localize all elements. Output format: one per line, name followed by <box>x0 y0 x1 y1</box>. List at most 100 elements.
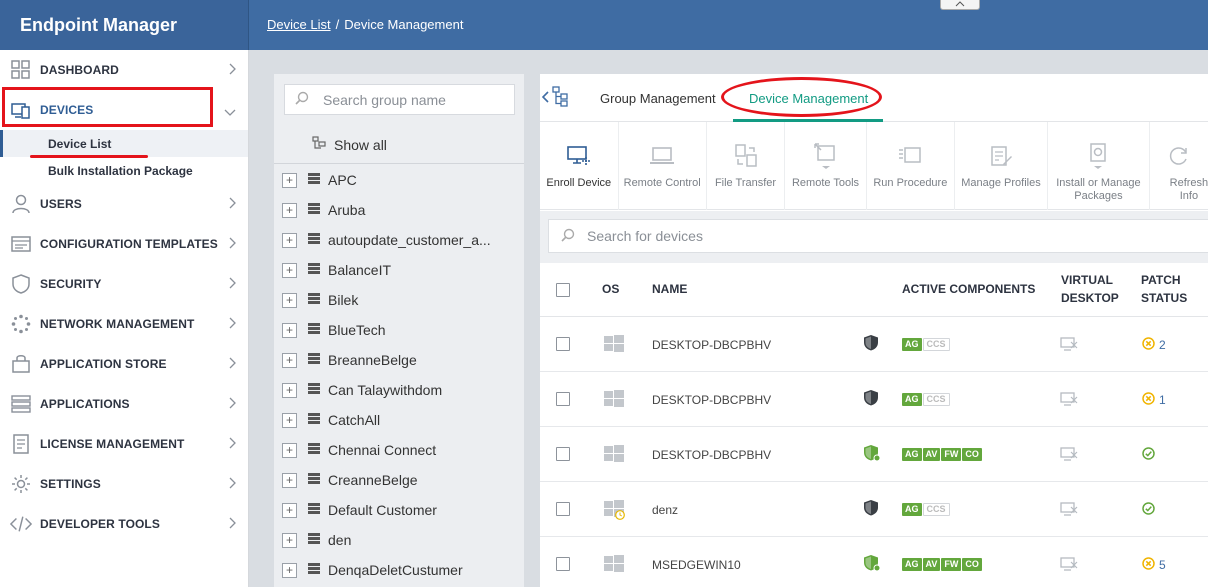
virtual-desktop-icon[interactable] <box>1060 557 1078 574</box>
sidebar-subitem-bulk-installation-package[interactable]: Bulk Installation Package <box>0 157 248 184</box>
virtual-desktop-icon[interactable] <box>1060 337 1078 354</box>
expand-icon[interactable]: + <box>282 172 297 188</box>
patch-status[interactable]: 2 <box>1142 337 1166 353</box>
expand-icon[interactable]: + <box>282 442 297 458</box>
chevron-down-icon <box>224 105 236 119</box>
remote-tools-button[interactable]: Remote Tools <box>785 122 867 210</box>
row-checkbox[interactable] <box>556 557 570 571</box>
expand-icon[interactable]: + <box>282 352 297 368</box>
row-checkbox[interactable] <box>556 392 570 406</box>
install-manage-packages-button[interactable]: Install or Manage Packages <box>1048 122 1150 210</box>
table-row[interactable]: DESKTOP-DBCPBHV AG AV FW CO <box>540 427 1208 482</box>
expand-icon[interactable]: + <box>282 322 297 338</box>
show-all-button[interactable]: Show all <box>274 126 524 164</box>
expand-icon[interactable]: + <box>282 502 297 518</box>
table-row[interactable]: MSEDGEWIN10 AG AV FW CO 5 <box>540 537 1208 587</box>
expand-icon[interactable]: + <box>282 202 297 218</box>
remote-control-button[interactable]: Remote Control <box>619 122 707 210</box>
sidebar-item-devices[interactable]: DEVICES <box>0 90 248 130</box>
group-list-item[interactable]: + APC <box>274 165 524 195</box>
sidebar-subitem-device-list[interactable]: Device List <box>0 130 248 157</box>
expand-icon[interactable]: + <box>282 382 297 398</box>
table-row[interactable]: DESKTOP-DBCPBHV AG CCS 1 <box>540 372 1208 427</box>
device-name[interactable]: DESKTOP-DBCPBHV <box>652 393 771 407</box>
virtual-desktop-icon[interactable] <box>1060 502 1078 519</box>
group-list-item[interactable]: + Default Customer <box>274 495 524 525</box>
sidebar-item-license-management[interactable]: LICENSE MANAGEMENT <box>0 424 248 464</box>
device-name[interactable]: DESKTOP-DBCPBHV <box>652 448 771 462</box>
sidebar-item-network-management[interactable]: NETWORK MANAGEMENT <box>0 304 248 344</box>
group-list-item[interactable]: + CatchAll <box>274 405 524 435</box>
group-icon <box>307 352 321 368</box>
select-all-checkbox[interactable] <box>556 283 570 297</box>
group-list-item[interactable]: + BalanceIT <box>274 255 524 285</box>
toggle-group-tree-button[interactable] <box>542 86 569 108</box>
manage-profiles-button[interactable]: Manage Profiles <box>955 122 1049 210</box>
device-name[interactable]: DESKTOP-DBCPBHV <box>652 338 771 352</box>
group-list-item[interactable]: + BlueTech <box>274 315 524 345</box>
device-name[interactable]: MSEDGEWIN10 <box>652 558 741 572</box>
group-list-item[interactable]: + Chennai Connect <box>274 435 524 465</box>
table-row[interactable]: denz AG CCS <box>540 482 1208 537</box>
tab-group-management[interactable]: Group Management <box>600 91 716 106</box>
sidebar-item-users[interactable]: USERS <box>0 184 248 224</box>
patch-status[interactable]: 1 <box>1142 392 1166 408</box>
sidebar-item-developer-tools[interactable]: DEVELOPER TOOLS <box>0 504 248 544</box>
expand-icon[interactable]: + <box>282 532 297 548</box>
patch-status[interactable] <box>1142 447 1159 463</box>
expand-icon[interactable]: + <box>282 412 297 428</box>
group-list-item[interactable]: + BreanneBelge <box>274 345 524 375</box>
breadcrumb: Device List / Device Management <box>267 17 463 32</box>
group-list-item[interactable]: + autoupdate_customer_a... <box>274 225 524 255</box>
sidebar-item-application-store[interactable]: APPLICATION STORE <box>0 344 248 384</box>
row-checkbox[interactable] <box>556 447 570 461</box>
component-badge: CO <box>962 558 982 571</box>
group-list-item[interactable]: + DenqaDeletCustumer <box>274 555 524 585</box>
column-header-name[interactable]: NAME <box>652 280 687 298</box>
patch-status[interactable]: 5 <box>1142 557 1166 573</box>
group-search-input[interactable] <box>323 91 503 108</box>
table-body: DESKTOP-DBCPBHV AG CCS 2 DESKTOP-DBCPBHV AG CC… <box>540 317 1208 587</box>
component-badge: FW <box>941 558 962 571</box>
device-search-input[interactable] <box>587 228 987 244</box>
row-checkbox[interactable] <box>556 502 570 516</box>
sidebar-item-applications[interactable]: APPLICATIONS <box>0 384 248 424</box>
group-icon <box>307 232 321 248</box>
patch-status[interactable] <box>1142 502 1159 518</box>
breadcrumb-device-list-link[interactable]: Device List <box>267 17 331 32</box>
column-header-active-components[interactable]: ACTIVE COMPONENTS <box>902 280 1035 298</box>
file-transfer-button[interactable]: File Transfer <box>707 122 786 210</box>
sidebar-item-security[interactable]: SECURITY <box>0 264 248 304</box>
column-header-virtual-desktop[interactable]: VIRTUAL DESKTOP <box>1061 271 1126 307</box>
enroll-device-button[interactable]: Enroll Device <box>540 122 619 210</box>
virtual-desktop-icon[interactable] <box>1060 447 1078 464</box>
chevron-left-icon <box>542 91 549 103</box>
tab-device-management[interactable]: Device Management <box>749 91 868 106</box>
windows-icon <box>604 390 624 411</box>
table-row[interactable]: DESKTOP-DBCPBHV AG CCS 2 <box>540 317 1208 372</box>
refresh-info-button[interactable]: Refresh Info <box>1150 122 1208 210</box>
group-list-item[interactable]: + CreanneBelge <box>274 465 524 495</box>
sidebar-item-dashboard[interactable]: DASHBOARD <box>0 50 248 90</box>
row-checkbox[interactable] <box>556 337 570 351</box>
column-header-patch-status[interactable]: PATCH STATUS <box>1141 271 1201 307</box>
expand-icon[interactable]: + <box>282 262 297 278</box>
group-list-item[interactable]: + Aruba <box>274 195 524 225</box>
virtual-desktop-icon[interactable] <box>1060 392 1078 409</box>
sidebar-item-configuration-templates[interactable]: CONFIGURATION TEMPLATES <box>0 224 248 264</box>
expand-icon[interactable]: + <box>282 292 297 308</box>
chevron-right-icon <box>229 397 236 412</box>
group-list-item[interactable]: + Can Talaywithdom <box>274 375 524 405</box>
sidebar-item-settings[interactable]: SETTINGS <box>0 464 248 504</box>
group-name: den <box>328 532 352 548</box>
column-header-os[interactable]: OS <box>602 280 619 298</box>
expand-icon[interactable]: + <box>282 562 297 578</box>
expand-icon[interactable]: + <box>282 472 297 488</box>
expand-icon[interactable]: + <box>282 232 297 248</box>
group-list-item[interactable]: + Bilek <box>274 285 524 315</box>
group-list-item[interactable]: + den <box>274 525 524 555</box>
patch-ok-icon <box>1142 447 1155 463</box>
run-procedure-button[interactable]: Run Procedure <box>867 122 955 210</box>
device-name[interactable]: denz <box>652 503 678 517</box>
collapse-header-button[interactable] <box>940 0 980 10</box>
